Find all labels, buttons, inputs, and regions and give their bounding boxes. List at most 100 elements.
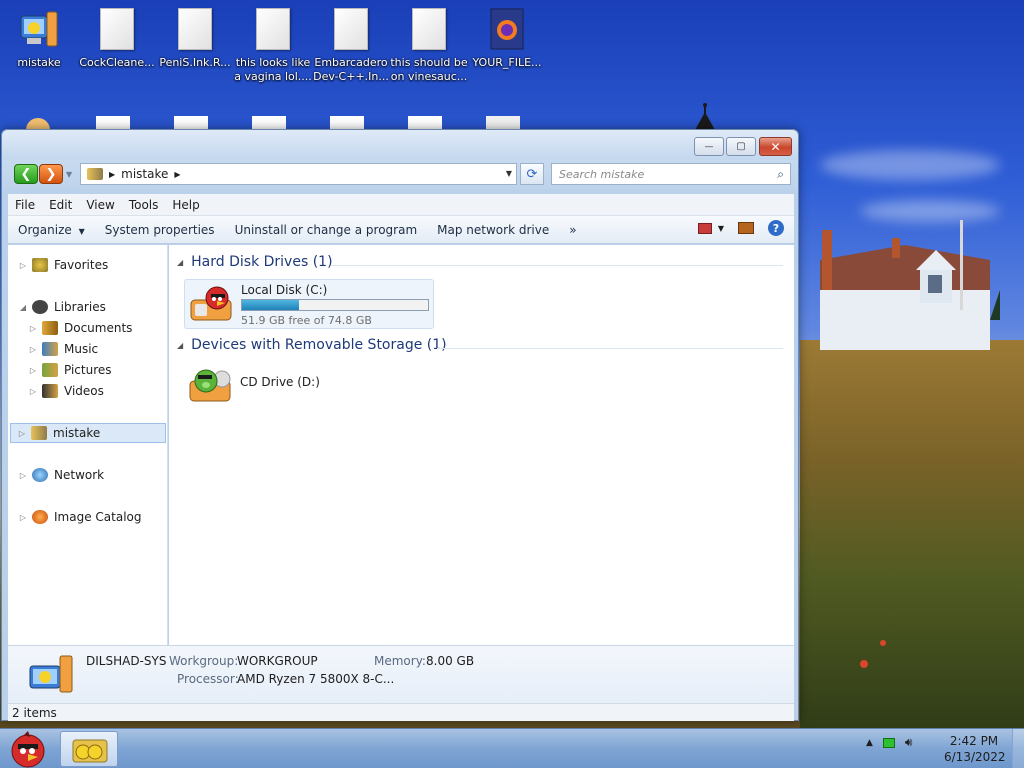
back-button[interactable]: ❮ — [14, 164, 38, 184]
minimize-icon: — — [704, 141, 714, 152]
maximize-button[interactable]: ▢ — [726, 137, 756, 156]
desktop-icon-file[interactable]: this should be on vinesauc... — [390, 8, 468, 84]
search-input[interactable]: Search mistake ⌕ — [551, 163, 791, 185]
refresh-button[interactable]: ⟳ — [520, 163, 544, 185]
document-icon — [175, 8, 215, 52]
forward-arrow-icon: ❯ — [45, 166, 57, 182]
drive-local-disk-c[interactable]: Local Disk (C:) 51.9 GB free of 74.8 GB — [184, 279, 434, 329]
nav-libraries[interactable]: ◢ Libraries — [18, 297, 106, 317]
address-dropdown-icon[interactable]: ▼ — [506, 169, 512, 178]
nav-music[interactable]: ▷ Music — [28, 339, 98, 359]
desktop-icon-file[interactable]: YOUR_FILE... — [468, 8, 546, 70]
taskbar-explorer-button[interactable] — [60, 731, 118, 767]
expand-arrow-icon[interactable]: ▷ — [28, 345, 38, 354]
chevron-down-icon: ▼ — [78, 226, 85, 236]
toolbar-right: ▼ ? — [697, 220, 784, 236]
nav-pictures[interactable]: ▷ Pictures — [28, 360, 112, 380]
nav-mistake[interactable]: ▷ mistake — [10, 423, 166, 443]
menu-file[interactable]: File — [8, 198, 42, 212]
nav-label: mistake — [53, 426, 101, 440]
drive-cd-d[interactable]: CD Drive (D:) — [184, 361, 434, 411]
desktop-icon-mistake[interactable]: mistake — [0, 8, 78, 70]
help-icon[interactable]: ? — [768, 220, 784, 236]
clock-date: 6/13/2022 — [944, 750, 1006, 764]
more-commands-button[interactable]: » — [559, 223, 586, 237]
system-tray: ▲ 🔊︎ — [866, 735, 912, 750]
star-icon — [32, 258, 48, 272]
system-properties-button[interactable]: System properties — [95, 223, 225, 237]
desktop-icon-label: YOUR_FILE... — [472, 56, 542, 69]
close-button[interactable]: ✕ — [759, 137, 792, 156]
collapse-arrow-icon[interactable]: ◢ — [18, 303, 28, 312]
desktop-icon-file[interactable]: Embarcadero Dev-C++.In... — [312, 8, 390, 84]
nav-documents[interactable]: ▷ Documents — [28, 318, 132, 338]
nav-image-catalog[interactable]: ▷ Image Catalog — [18, 507, 141, 527]
expand-arrow-icon[interactable]: ▷ — [18, 513, 28, 522]
title-bar[interactable]: — ▢ ✕ — [2, 130, 798, 160]
menu-view[interactable]: View — [79, 198, 121, 212]
expand-arrow-icon[interactable]: ▷ — [28, 324, 38, 333]
menu-tools[interactable]: Tools — [122, 198, 166, 212]
recent-pages-dropdown[interactable]: ▼ — [66, 170, 72, 179]
explorer-window[interactable]: — ▢ ✕ ❮ ❯ ▼ ▶ mistake ▶ ▼ ⟳ Search mista… — [1, 129, 799, 721]
desktop-icon-label: PeniS.Ink.R... — [159, 56, 231, 69]
clock[interactable]: 2:42 PM 6/13/2022 — [944, 733, 1006, 765]
nav-label: Libraries — [54, 300, 106, 314]
nav-network[interactable]: ▷ Network — [18, 465, 104, 485]
organize-button[interactable]: Organize ▼ — [8, 223, 95, 237]
drive-free-space: 51.9 GB free of 74.8 GB — [241, 314, 372, 327]
volume-icon[interactable]: 🔊︎ — [905, 735, 913, 750]
desktop-icon-partial — [486, 116, 520, 130]
angry-bird-drive-icon — [190, 286, 232, 321]
address-bar[interactable]: ▶ mistake ▶ ▼ — [80, 163, 517, 185]
map-network-drive-button[interactable]: Map network drive — [427, 223, 559, 237]
desktop-icon-partial — [96, 116, 130, 130]
expand-arrow-icon[interactable]: ▷ — [28, 366, 38, 375]
desktop-icon-file[interactable]: this looks like a vagina lol.... — [234, 8, 312, 84]
nav-label: Network — [54, 468, 105, 482]
search-placeholder: Search mistake — [559, 167, 645, 181]
nav-favorites[interactable]: ▷ Favorites — [18, 255, 108, 275]
document-icon — [253, 8, 293, 52]
memory-label: Memory: — [374, 654, 426, 668]
collapse-arrow-icon[interactable]: ◢ — [177, 258, 183, 267]
menu-edit[interactable]: Edit — [42, 198, 79, 212]
show-desktop-button[interactable] — [1012, 729, 1024, 768]
status-bar: 2 items — [8, 703, 794, 721]
pictures-icon — [42, 363, 58, 377]
expand-arrow-icon[interactable]: ▷ — [18, 261, 28, 270]
nav-videos[interactable]: ▷ Videos — [28, 381, 104, 401]
change-view-button[interactable]: ▼ — [697, 222, 724, 234]
expand-arrow-icon[interactable]: ▷ — [17, 429, 27, 438]
desktop-icon-partial — [174, 116, 208, 130]
breadcrumb-mistake[interactable]: mistake — [121, 167, 168, 181]
angry-bird-start-icon — [11, 731, 45, 768]
nav-label: Music — [64, 342, 99, 356]
menu-help[interactable]: Help — [165, 198, 206, 212]
details-pane: DILSHAD-SYS Workgroup: WORKGROUP Memory:… — [8, 645, 794, 703]
show-hidden-icons-button[interactable]: ▲ — [866, 738, 873, 748]
expand-arrow-icon[interactable]: ▷ — [28, 387, 38, 396]
network-status-icon[interactable] — [882, 737, 895, 748]
processor-label: Processor: — [177, 672, 239, 686]
preview-pane-button[interactable] — [738, 222, 754, 234]
minimize-button[interactable]: — — [694, 137, 724, 156]
cloud — [820, 150, 1000, 180]
desktop-icon-partial — [408, 116, 442, 130]
desktop-icon-file[interactable]: CockCleane... — [78, 8, 156, 70]
videos-icon — [42, 384, 58, 398]
uninstall-program-button[interactable]: Uninstall or change a program — [225, 223, 428, 237]
start-button[interactable] — [4, 729, 52, 768]
desktop-icon-file[interactable]: PeniS.Ink.R... — [156, 8, 234, 70]
workgroup-label: Workgroup: — [169, 654, 239, 668]
image-catalog-icon — [32, 510, 48, 524]
search-icon[interactable]: ⌕ — [777, 167, 784, 182]
nav-label: Videos — [64, 384, 104, 398]
network-icon — [32, 468, 48, 482]
forward-button[interactable]: ❯ — [39, 164, 63, 184]
organize-label: Organize — [18, 222, 72, 237]
group-header-removable[interactable]: ◢ Devices with Removable Storage (1) — [177, 337, 447, 353]
expand-arrow-icon[interactable]: ▷ — [18, 471, 28, 480]
collapse-arrow-icon[interactable]: ◢ — [177, 341, 183, 350]
group-header-hard-disks[interactable]: ◢ Hard Disk Drives (1) — [177, 254, 333, 270]
